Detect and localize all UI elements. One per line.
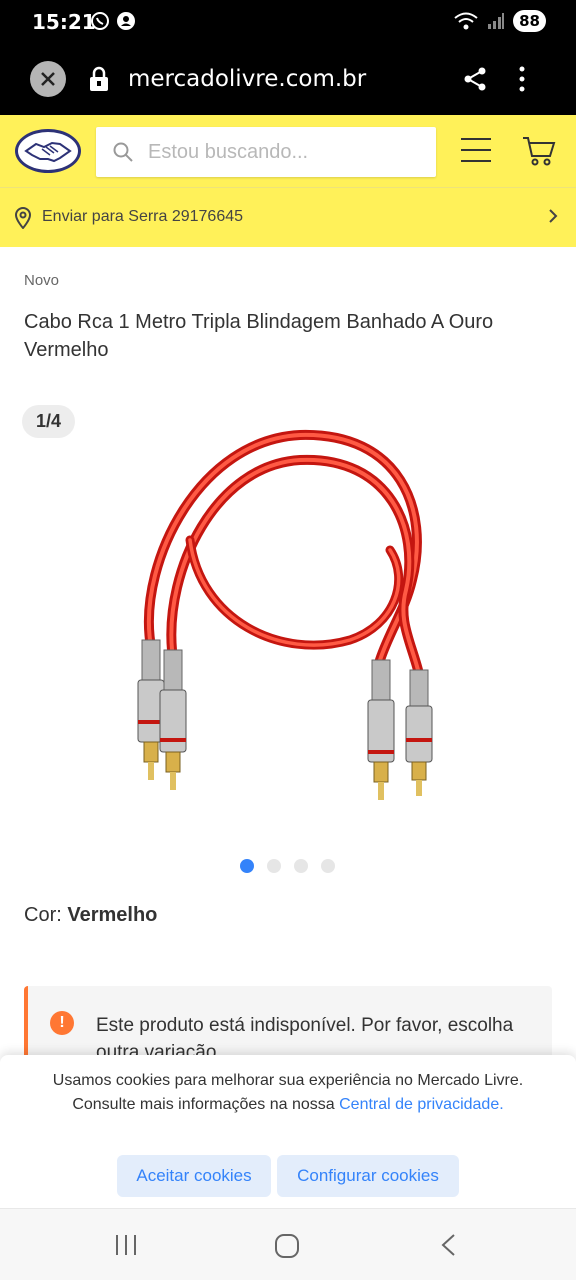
status-bar: 15:21 88 [0, 0, 576, 44]
more-options-icon[interactable] [518, 64, 526, 94]
product-image-rca-cable[interactable] [120, 420, 480, 820]
site-header [0, 115, 576, 187]
cart-icon[interactable] [522, 135, 556, 167]
menu-icon[interactable] [460, 137, 492, 163]
unavailable-notice: ! Este produto está indisponível. Por fa… [24, 986, 552, 1066]
browser-bar: mercadolivre.com.br [0, 44, 576, 115]
search-input[interactable] [148, 127, 428, 177]
product-title: Cabo Rca 1 Metro Tripla Blindagem Banhad… [24, 311, 494, 361]
gallery-dot-1[interactable] [240, 859, 254, 873]
gallery-counter: 1/4 [22, 405, 76, 438]
product-condition: Novo [24, 272, 60, 289]
system-nav-bar [0, 1208, 576, 1280]
close-icon [41, 72, 55, 86]
signal-icon [488, 13, 505, 29]
close-tab-button[interactable] [30, 61, 66, 97]
url-bar[interactable]: mercadolivre.com.br [128, 66, 366, 92]
account-icon [117, 12, 135, 30]
cookie-text: Usamos cookies para melhorar sua experiê… [40, 1069, 536, 1117]
lock-icon [90, 66, 108, 91]
gallery-dot-2[interactable] [267, 859, 281, 873]
gallery-dot-4[interactable] [321, 859, 335, 873]
gallery-pagination [240, 859, 335, 873]
search-icon [113, 142, 133, 162]
privacy-center-link[interactable]: Central de privacidade. [339, 1096, 504, 1113]
home-icon[interactable] [274, 1233, 300, 1259]
mercadolivre-logo[interactable] [14, 127, 82, 175]
shipping-location-text: Enviar para Serra 29176645 [42, 208, 244, 225]
notification-icons [90, 11, 136, 31]
cookie-banner: Usamos cookies para melhorar sua experiê… [0, 1055, 576, 1208]
gallery-dot-3[interactable] [294, 859, 308, 873]
wifi-icon [454, 12, 478, 30]
status-time: 15:21 [32, 10, 96, 34]
configure-cookies-button[interactable]: Configurar cookies [277, 1155, 459, 1197]
color-selector: Cor: Vermelho [24, 904, 157, 927]
color-label: Cor: [24, 904, 62, 926]
color-value: Vermelho [67, 904, 158, 926]
battery-level: 88 [513, 10, 546, 32]
chevron-right-icon [549, 209, 558, 223]
location-pin-icon [14, 207, 32, 229]
search-box[interactable] [96, 127, 436, 177]
accept-cookies-button[interactable]: Aceitar cookies [117, 1155, 271, 1197]
back-icon[interactable] [440, 1233, 456, 1257]
warning-icon: ! [50, 1011, 74, 1035]
share-icon[interactable] [462, 66, 488, 92]
recent-apps-icon[interactable] [114, 1233, 138, 1257]
whatsapp-icon [91, 12, 109, 30]
shipping-location-bar[interactable]: Enviar para Serra 29176645 [0, 187, 576, 247]
